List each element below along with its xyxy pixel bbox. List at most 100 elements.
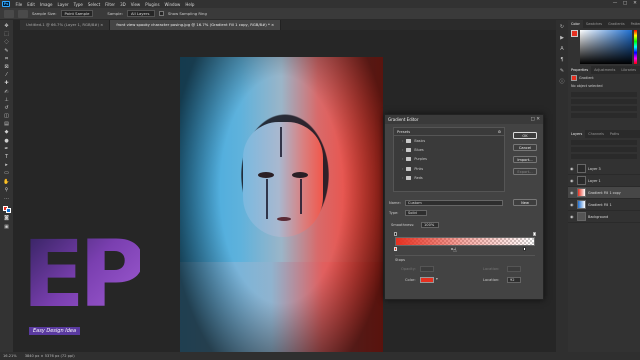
tab-layers[interactable]: Layers xyxy=(568,130,586,138)
menu-plugins[interactable]: Plugins xyxy=(143,2,162,7)
new-button[interactable]: New xyxy=(513,199,537,206)
marquee-tool-icon[interactable]: ⬚ xyxy=(3,31,10,37)
healing-brush-tool-icon[interactable]: ✚ xyxy=(3,80,10,86)
visibility-eye-icon[interactable]: ◉ xyxy=(570,166,575,171)
minimize-button[interactable]: — xyxy=(610,0,620,8)
tab-untitled-1[interactable]: Untitled-1 @ 66.7% (Layer 1, RGB/8#) × xyxy=(20,20,111,30)
name-input[interactable]: Custom xyxy=(405,200,503,206)
color-field[interactable] xyxy=(580,30,632,64)
tab-channels[interactable]: Channels xyxy=(585,130,607,138)
move-tool-icon[interactable]: ✥ xyxy=(3,23,10,29)
color-stop-left[interactable] xyxy=(394,247,397,251)
lock-row[interactable] xyxy=(571,154,637,159)
preset-folder[interactable]: › Blues xyxy=(394,145,504,154)
eraser-tool-icon[interactable]: ◫ xyxy=(3,113,10,119)
dodge-tool-icon[interactable]: ● xyxy=(3,138,10,144)
quick-select-tool-icon[interactable]: ✎ xyxy=(3,48,10,54)
more-tools-icon[interactable]: … xyxy=(3,195,10,201)
close-window-button[interactable]: ✕ xyxy=(630,0,640,8)
tab-patterns[interactable]: Patterns xyxy=(628,20,640,28)
tab-spooky-character[interactable]: front view spooky character posing.jpg @… xyxy=(110,20,282,30)
preset-folder[interactable]: › Reds xyxy=(394,174,504,183)
presets-header[interactable]: Presets ⚙ xyxy=(394,128,504,136)
import-button[interactable]: Import... xyxy=(513,156,537,163)
tab-adjustments[interactable]: Adjustments xyxy=(591,66,618,74)
crop-tool-icon[interactable]: ⌗ xyxy=(3,56,10,62)
opacity-stop-left[interactable] xyxy=(394,232,397,236)
dialog-titlebar[interactable]: Gradient Editor □ ✕ xyxy=(385,115,543,124)
tab-gradients[interactable]: Gradients xyxy=(605,20,628,28)
color-picker[interactable] xyxy=(571,30,637,64)
paragraph-icon[interactable]: ¶ xyxy=(559,57,565,63)
preset-folder[interactable]: › Basics xyxy=(394,136,504,145)
background-color-swatch[interactable] xyxy=(5,208,11,214)
type-select[interactable]: Solid xyxy=(405,210,427,216)
maximize-button[interactable]: □ xyxy=(620,0,630,8)
sample-size-select[interactable]: Point Sample xyxy=(60,10,94,17)
path-select-tool-icon[interactable]: ▸ xyxy=(3,162,10,168)
actions-icon[interactable]: ▶ xyxy=(559,35,565,41)
menu-type[interactable]: Type xyxy=(71,2,85,7)
ok-button[interactable]: OK xyxy=(513,132,537,139)
hue-slider[interactable] xyxy=(634,30,637,64)
info-icon[interactable]: ⓘ xyxy=(559,79,565,85)
lasso-tool-icon[interactable]: ◌ xyxy=(3,39,10,45)
sample-select[interactable]: All Layers xyxy=(126,10,155,17)
frame-tool-icon[interactable]: ⊠ xyxy=(3,64,10,70)
rectangle-tool-icon[interactable]: ▭ xyxy=(3,170,10,176)
menu-layer[interactable]: Layer xyxy=(55,2,71,7)
tab-properties[interactable]: Properties xyxy=(568,66,592,74)
brush-settings-icon[interactable]: ✎ xyxy=(559,68,565,74)
color-swatch[interactable] xyxy=(571,30,578,37)
menu-edit[interactable]: Edit xyxy=(25,2,38,7)
pen-tool-icon[interactable]: ✒ xyxy=(3,146,10,152)
menu-help[interactable]: Help xyxy=(183,2,197,7)
tab-libraries[interactable]: Libraries xyxy=(618,66,639,74)
history-icon[interactable]: ↻ xyxy=(559,24,565,30)
preset-folder[interactable]: › Pinks xyxy=(394,164,504,173)
brush-tool-icon[interactable]: ✍ xyxy=(3,89,10,95)
document-info[interactable]: 3840 px × 5376 px (72 ppi) xyxy=(25,354,75,358)
gradient-bar[interactable] xyxy=(395,237,535,246)
character-icon[interactable]: A xyxy=(559,46,565,52)
visibility-eye-icon[interactable]: ◉ xyxy=(570,190,575,195)
menu-select[interactable]: Select xyxy=(85,2,102,7)
home-icon[interactable] xyxy=(4,9,14,18)
type-tool-icon[interactable]: T xyxy=(3,154,10,160)
preset-folder[interactable]: › Purples xyxy=(394,155,504,164)
gear-icon[interactable]: ⚙ xyxy=(498,130,501,134)
layer-row[interactable]: ◉ Background xyxy=(568,211,640,223)
show-sampling-ring-checkbox[interactable] xyxy=(158,11,164,16)
cancel-button[interactable]: Cancel xyxy=(513,144,537,151)
menu-image[interactable]: Image xyxy=(37,2,55,7)
clone-stamp-tool-icon[interactable]: ⊥ xyxy=(3,97,10,103)
layer-filter-row[interactable] xyxy=(571,140,637,145)
dialog-close-icon[interactable]: □ ✕ xyxy=(531,117,540,122)
chevron-down-icon[interactable]: ▾ xyxy=(436,277,438,281)
tab-paths[interactable]: Paths xyxy=(607,130,622,138)
menu-filter[interactable]: Filter xyxy=(103,2,118,7)
visibility-eye-icon[interactable]: ◉ xyxy=(570,202,575,207)
opacity-stop-right[interactable] xyxy=(533,232,536,236)
layer-row[interactable]: ◉ Layer 1 xyxy=(568,175,640,187)
blur-tool-icon[interactable]: ◆ xyxy=(3,129,10,135)
hand-tool-icon[interactable]: ✋ xyxy=(3,179,10,185)
menu-file[interactable]: File xyxy=(13,2,25,7)
quick-mask-icon[interactable]: ◙ xyxy=(3,215,10,221)
eyedropper-tool-icon[interactable]: ⁄ xyxy=(3,72,10,78)
layer-row[interactable]: ◉ Layer 3 xyxy=(568,163,640,175)
color-location-input[interactable]: 92 xyxy=(507,277,521,283)
zoom-tool-icon[interactable]: ⚲ xyxy=(3,187,10,193)
smoothness-input[interactable]: 100% xyxy=(421,222,439,228)
visibility-eye-icon[interactable]: ◉ xyxy=(570,214,575,219)
layer-row[interactable]: ◉ Gradient Fill 1 xyxy=(568,199,640,211)
export-button[interactable]: Export... xyxy=(513,168,537,175)
color-stop-right[interactable] xyxy=(523,247,526,251)
blend-mode-row[interactable] xyxy=(571,147,637,152)
gradient-tool-icon[interactable]: ▤ xyxy=(3,121,10,127)
tab-color[interactable]: Color xyxy=(568,20,583,28)
layer-row-selected[interactable]: ◉ Gradient Fill 1 copy xyxy=(568,187,640,199)
history-brush-tool-icon[interactable]: ↺ xyxy=(3,105,10,111)
menu-3d[interactable]: 3D xyxy=(118,2,129,7)
tab-swatches[interactable]: Swatches xyxy=(583,20,605,28)
